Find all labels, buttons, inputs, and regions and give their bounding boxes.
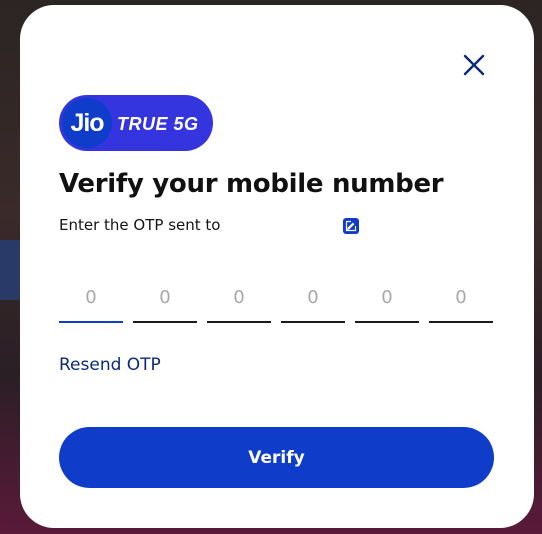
true-5g-text: TRUE 5G (117, 114, 199, 134)
close-icon (463, 54, 485, 76)
edit-number-button[interactable] (343, 218, 359, 234)
otp-digit-2[interactable] (133, 273, 197, 323)
otp-digit-3[interactable] (207, 273, 271, 323)
otp-digit-5[interactable] (355, 273, 419, 323)
otp-digit-4[interactable] (281, 273, 345, 323)
otp-instruction-text: Enter the OTP sent to (59, 216, 221, 234)
otp-digit-1[interactable] (59, 273, 123, 323)
verify-button[interactable]: Verify (59, 427, 494, 488)
otp-input-group (59, 273, 495, 323)
jio-true-5g-logo: Jio TRUE 5G (59, 95, 213, 151)
edit-icon (345, 220, 357, 232)
close-button[interactable] (460, 51, 488, 79)
otp-modal: Jio TRUE 5G Verify your mobile number En… (20, 5, 534, 528)
resend-otp-link[interactable]: Resend OTP (59, 355, 161, 375)
page-title: Verify your mobile number (59, 169, 444, 199)
otp-digit-6[interactable] (429, 273, 493, 323)
jio-logo-text: Jio (70, 109, 104, 137)
